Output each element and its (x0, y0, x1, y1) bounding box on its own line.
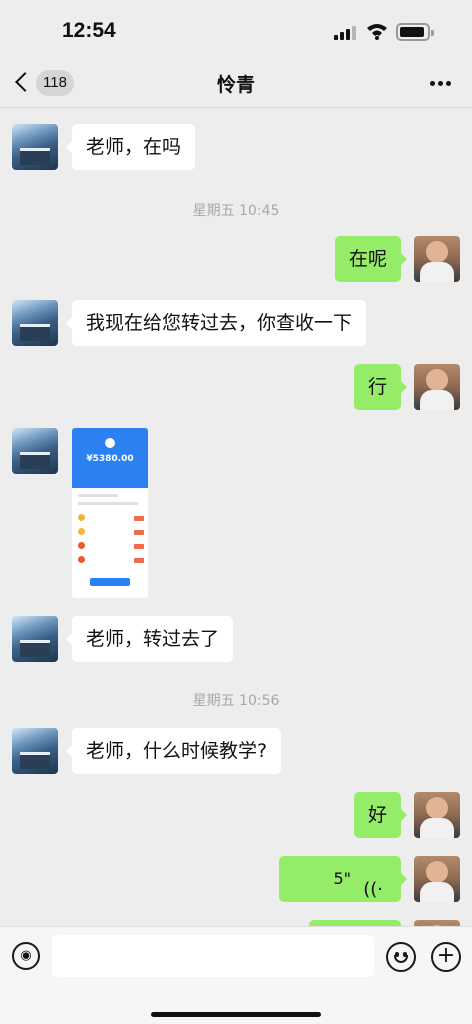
message-bubble-incoming[interactable]: 老师，转过去了 (65, 616, 234, 662)
message-timestamp: 星期五 10:56 (192, 693, 280, 709)
chevron-left-icon (15, 72, 35, 92)
contact-avatar[interactable] (12, 428, 58, 474)
voice-mode-icon: ◉ (20, 948, 32, 963)
message-timestamp: 星期五 10:45 (192, 203, 280, 219)
status-time: 12:54 (62, 19, 116, 42)
cellular-signal-icon (334, 24, 358, 40)
wifi-icon (367, 24, 387, 40)
pay-logo-icon (105, 438, 115, 448)
home-indicator[interactable] (151, 1012, 321, 1017)
contact-avatar[interactable] (12, 124, 58, 170)
my-avatar[interactable] (414, 856, 460, 902)
chat-header: 怜青 118 (0, 60, 472, 108)
status-bar: 12:54 (0, 0, 472, 60)
back-button[interactable]: 118 (14, 69, 76, 99)
message-list[interactable]: 老师，在吗 星期五 10:45 在呢 我现在给您转过去，你查收一下 行 ¥538… (0, 108, 472, 926)
voice-duration: 5" (333, 869, 351, 888)
image-message-transfer-screenshot[interactable]: ¥5380.00 (72, 428, 148, 598)
message-bubble-outgoing[interactable]: 好 (353, 792, 408, 838)
voice-wave-icon: ((· (363, 879, 383, 900)
voice-message-bubble[interactable]: 5" ((· (279, 856, 407, 902)
battery-icon (396, 23, 434, 41)
my-avatar[interactable] (414, 236, 460, 282)
message-bubble-incoming[interactable]: 我现在给您转过去，你查收一下 (65, 300, 367, 346)
plus-icon: + (436, 943, 456, 968)
emoji-button[interactable] (386, 942, 416, 972)
contact-avatar[interactable] (12, 300, 58, 346)
message-bubble-incoming[interactable]: 老师，在吗 (65, 124, 196, 170)
more-actions-button[interactable]: + (431, 942, 461, 972)
more-dots-icon (430, 81, 435, 86)
my-avatar[interactable] (414, 364, 460, 410)
more-options-button[interactable] (430, 81, 452, 87)
message-bubble-incoming[interactable]: 老师，什么时候教学? (65, 728, 282, 774)
emoji-icon (394, 955, 408, 963)
message-bubble-outgoing[interactable]: 在呢 (334, 236, 408, 282)
contact-avatar[interactable] (12, 728, 58, 774)
voice-mode-button[interactable]: ◉ (12, 942, 40, 970)
my-avatar[interactable] (414, 792, 460, 838)
message-input[interactable] (52, 935, 374, 977)
transfer-header: ¥5380.00 (72, 428, 148, 488)
unread-count-badge: 118 (36, 70, 74, 96)
input-bar: ◉ + (0, 926, 472, 1024)
message-bubble-outgoing[interactable]: 行 (353, 364, 408, 410)
transfer-done-button (90, 578, 130, 586)
contact-avatar[interactable] (12, 616, 58, 662)
transfer-amount: ¥5380.00 (86, 454, 134, 464)
